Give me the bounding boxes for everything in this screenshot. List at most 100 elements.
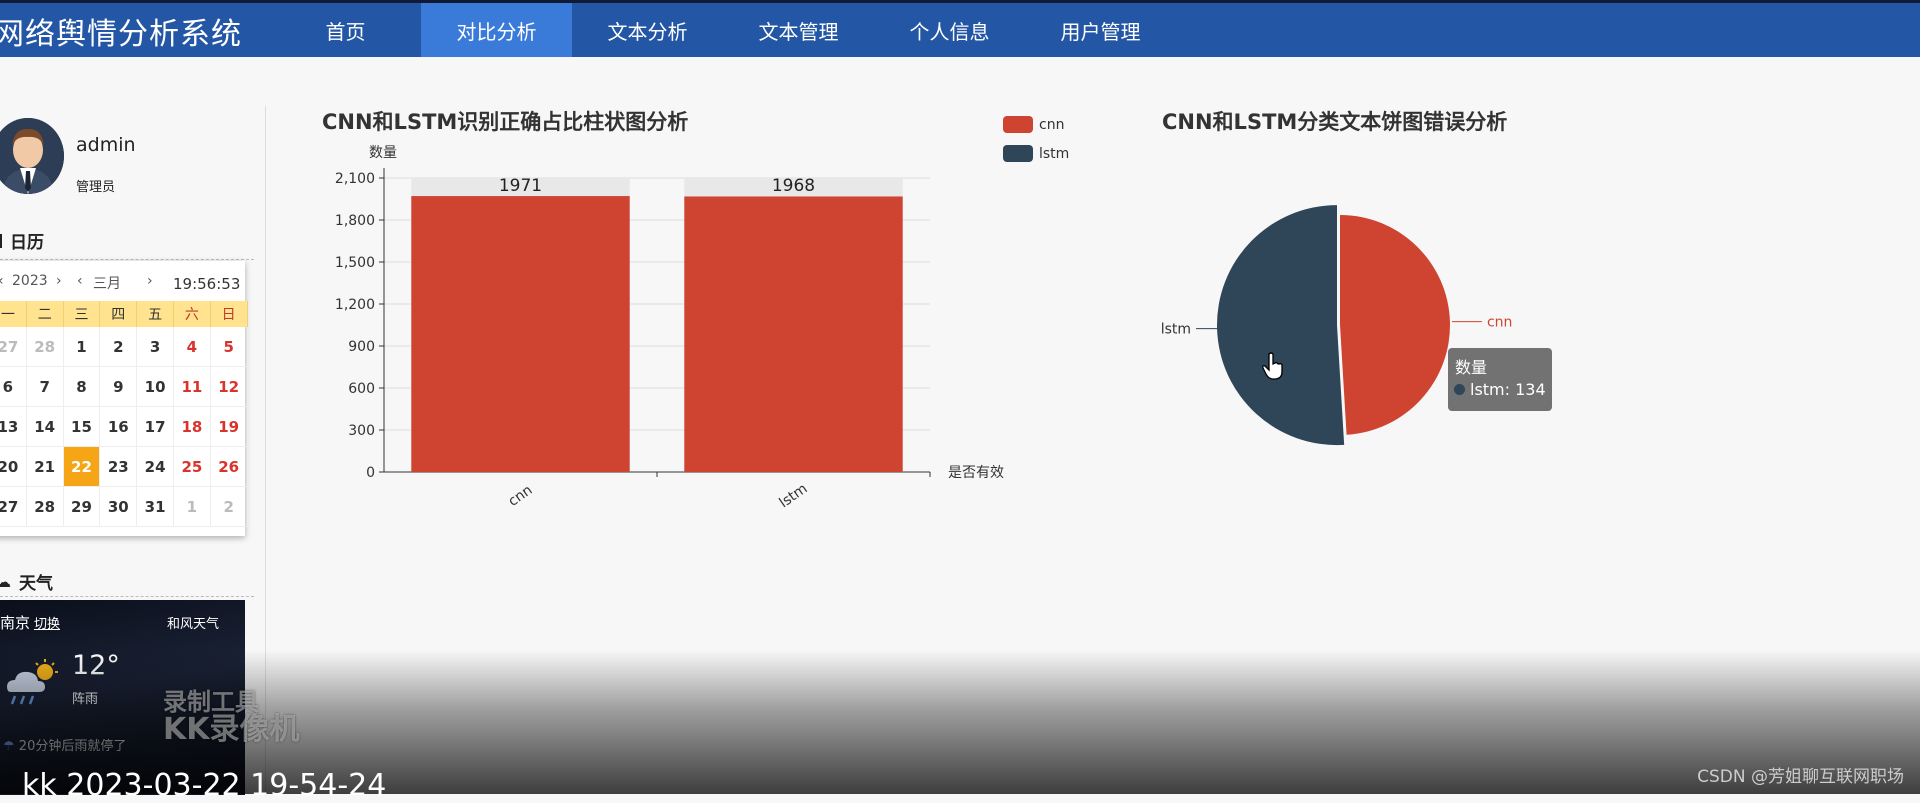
pie-chart-title: CNN和LSTM分类文本饼图错误分析 [1162, 110, 1508, 134]
prev-year-arrow-icon[interactable]: ‹ [0, 273, 4, 289]
calendar-day[interactable]: 31 [137, 487, 174, 527]
y-tick-label: 0 [366, 465, 375, 481]
app-title: 网络舆情分析系统 [0, 17, 242, 52]
calendar-day[interactable]: 3 [137, 327, 174, 367]
y-axis-label: 数量 [369, 145, 397, 161]
calendar-day[interactable]: 23 [100, 447, 138, 487]
calendar-clock: 19:56:53 [173, 275, 241, 293]
y-tick-label: 1,200 [335, 297, 375, 313]
calendar-day[interactable]: 2 [210, 487, 248, 527]
calendar-day[interactable]: 9 [100, 367, 138, 407]
calendar-day[interactable]: 26 [210, 447, 248, 487]
calendar-day[interactable]: 22 [63, 447, 101, 487]
nav-item[interactable]: 对比分析 [421, 3, 572, 57]
recorder-watermark: 录制工具 KK录像机 [163, 688, 300, 747]
legend-label: cnn [1039, 116, 1065, 133]
pie-slice-cnn[interactable] [1340, 215, 1450, 435]
nav-item[interactable]: 用户管理 [1025, 3, 1176, 57]
calendar-day[interactable]: 1 [173, 487, 211, 527]
legend-label: lstm [1039, 145, 1070, 162]
calendar-icon [0, 233, 2, 248]
user-role: 管理员 [76, 180, 116, 195]
pie-chart: cnn lstm [1161, 205, 1512, 446]
calendar-day[interactable]: 18 [173, 407, 211, 447]
calendar-day[interactable]: 6 [0, 367, 27, 407]
x-axis-label: 是否有效 [948, 465, 1004, 481]
nav-item[interactable]: 首页 [270, 3, 421, 57]
calendar-weekday: 日 [210, 301, 248, 327]
calendar-day[interactable]: 15 [63, 407, 101, 447]
calendar-day[interactable]: 2 [100, 327, 138, 367]
bar-value-label: 1971 [499, 176, 542, 196]
legend-item[interactable]: lstm [1003, 139, 1069, 168]
calendar-day[interactable]: 14 [26, 407, 64, 447]
weather-section-title: ☁ 天气 [0, 569, 53, 595]
calendar-widget: ‹ 2023 › ‹ 三月 › 19:56:53 一二三四五六日27281234… [0, 261, 248, 536]
calendar-day[interactable]: 4 [173, 327, 211, 367]
next-year-arrow-icon[interactable]: › [56, 273, 62, 289]
calendar-day[interactable]: 24 [137, 447, 174, 487]
csdn-credit: CSDN @芳姐聊互联网职场 [1697, 767, 1904, 787]
y-tick-label: 600 [348, 381, 375, 397]
y-tick-label: 300 [348, 423, 375, 439]
calendar-section-title: 日历 [0, 228, 44, 253]
calendar-weekday: 三 [63, 301, 101, 327]
weather-city-row: 南京 切换 [0, 612, 60, 633]
watermark-line2: KK录像机 [163, 712, 300, 747]
weather-brand[interactable]: 和风天气 [167, 613, 219, 632]
weather-temperature: 12° [72, 650, 120, 681]
divider [0, 259, 254, 260]
calendar-day[interactable]: 7 [26, 367, 64, 407]
calendar-day[interactable]: 17 [137, 407, 174, 447]
calendar-weekday: 五 [137, 301, 174, 327]
calendar-day[interactable]: 13 [0, 407, 27, 447]
calendar-day[interactable]: 12 [210, 367, 248, 407]
legend-swatch [1003, 116, 1033, 133]
calendar-day[interactable]: 25 [173, 447, 211, 487]
calendar-year[interactable]: 2023 [12, 273, 48, 289]
tooltip-series: 数量 [1455, 358, 1488, 377]
x-tick-label: cnn [505, 482, 535, 510]
nav-item[interactable]: 文本管理 [723, 3, 874, 57]
nav-item[interactable]: 文本分析 [572, 3, 723, 57]
bar-cnn[interactable] [411, 196, 630, 472]
calendar-day[interactable]: 8 [63, 367, 101, 407]
calendar-day[interactable]: 20 [0, 447, 27, 487]
legend-item[interactable]: cnn [1003, 110, 1069, 139]
calendar-day[interactable]: 21 [26, 447, 64, 487]
y-tick-label: 2,100 [335, 171, 375, 187]
calendar-day[interactable]: 29 [63, 487, 101, 527]
calendar-day[interactable]: 30 [100, 487, 138, 527]
bar-value-label: 1968 [772, 176, 815, 196]
calendar-weekday: 四 [100, 301, 138, 327]
prev-month-arrow-icon[interactable]: ‹ [77, 273, 83, 289]
calendar-weekday: 二 [26, 301, 64, 327]
pie-slice-lstm[interactable] [1217, 205, 1345, 446]
calendar-day[interactable]: 10 [137, 367, 174, 407]
divider [0, 596, 254, 597]
calendar-day[interactable]: 28 [26, 327, 64, 367]
pie-label: lstm [1161, 322, 1191, 338]
tooltip-dot [1454, 384, 1465, 395]
rain-cloud-sun-icon [1, 658, 63, 712]
calendar-month[interactable]: 三月 [93, 273, 121, 293]
legend-swatch [1003, 145, 1033, 162]
pie-label: cnn [1487, 315, 1512, 331]
weather-condition: 阵雨 [72, 692, 99, 707]
calendar-day[interactable]: 11 [173, 367, 211, 407]
calendar-day[interactable]: 19 [210, 407, 248, 447]
weather-switch-link[interactable]: 切换 [34, 617, 60, 632]
next-month-arrow-icon[interactable]: › [147, 273, 153, 289]
calendar-weekday: 六 [173, 301, 211, 327]
weather-tip-text: 20分钟后雨就停了 [18, 739, 127, 754]
calendar-day[interactable]: 28 [26, 487, 64, 527]
nav-item[interactable]: 个人信息 [874, 3, 1025, 57]
calendar-day[interactable]: 16 [100, 407, 138, 447]
calendar-day[interactable]: 5 [210, 327, 248, 367]
bar-lstm[interactable] [684, 196, 903, 473]
weather-tip: ☂ 20分钟后雨就停了 [3, 735, 126, 754]
calendar-day[interactable]: 27 [0, 487, 27, 527]
calendar-title-text: 日历 [10, 233, 44, 253]
calendar-day[interactable]: 27 [0, 327, 27, 367]
calendar-day[interactable]: 1 [63, 327, 101, 367]
